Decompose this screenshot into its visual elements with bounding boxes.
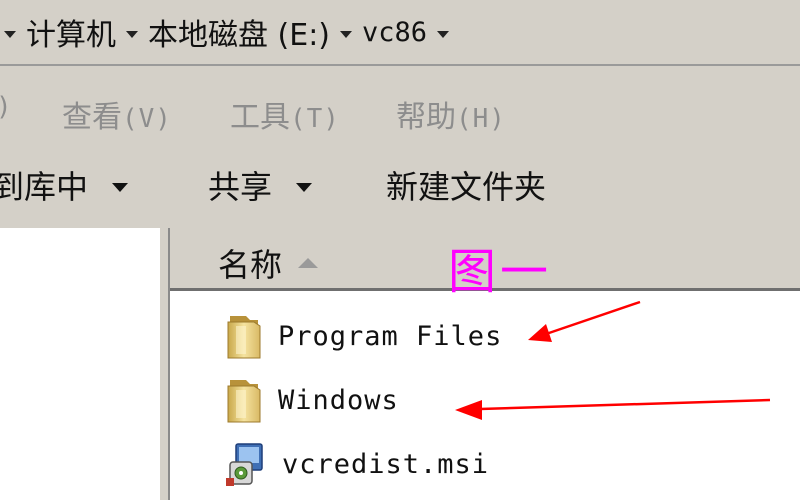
menu-item-tools[interactable]: 工具 (T) [230,92,340,136]
file-name: Windows [278,384,399,416]
pane-splitter[interactable] [160,228,168,500]
menu-bar: ) 查看 (V) 工具 (T) 帮助 (H) [0,80,800,144]
menu-item-key: (V) [122,104,172,134]
menu-item-view[interactable]: 查看 (V) [62,92,172,136]
file-name: vcredist.msi [282,448,490,480]
new-folder-label: 新建文件夹 [386,168,547,206]
chevron-down-icon [296,182,313,192]
breadcrumb: 计算机 本地磁盘 (E:) vc86 [0,10,459,54]
explorer-window: 计算机 本地磁盘 (E:) vc86 ) 查看 (V) 工具 (T) 帮助 (H… [0,0,800,500]
include-in-library-button[interactable]: 到库中 [0,162,129,208]
file-row-vcredist-msi[interactable]: vcredist.msi [224,440,489,488]
breadcrumb-chevron-icon[interactable] [437,30,450,38]
folder-icon [224,376,264,424]
address-bar[interactable]: 计算机 本地磁盘 (E:) vc86 [0,0,800,66]
menu-item-key: (T) [290,104,340,134]
menu-item-edit[interactable]: ) [0,92,13,122]
menu-item-label: 查看 [62,100,122,135]
breadcrumb-chevron-icon[interactable] [4,30,16,38]
menu-item-label: 工具 [230,100,290,135]
navigation-pane[interactable] [0,228,160,500]
breadcrumb-chevron-icon[interactable] [340,30,353,38]
new-folder-button[interactable]: 新建文件夹 [386,162,546,208]
breadcrumb-local-disk[interactable]: 本地磁盘 (E:) [148,10,330,54]
msi-installer-icon [224,440,268,488]
file-row-program-files[interactable]: Program Files [224,312,502,360]
breadcrumb-vc86[interactable]: vc86 [362,17,427,48]
column-header-name-label: 名称 [218,246,283,284]
file-list-pane[interactable]: 名称 图一 Program Files Windows vcredist.msi [168,228,800,500]
breadcrumb-chevron-icon[interactable] [126,30,138,38]
toolbar: 到库中 共享 新建文件夹 [0,150,800,218]
breadcrumb-computer[interactable]: 计算机 [26,10,116,54]
column-header-row: 名称 图一 [170,228,800,300]
menu-item-label: 帮助 [396,100,456,135]
file-row-windows[interactable]: Windows [224,376,399,424]
share-button[interactable]: 共享 [208,162,313,208]
share-label: 共享 [208,168,273,206]
menu-item-key: (H) [456,104,506,134]
chevron-down-icon [112,182,129,192]
include-in-library-label: 到库中 [0,168,89,206]
figure-annotation-label: 图一 [448,244,553,300]
column-header-name[interactable]: 名称 [218,240,319,286]
folder-icon [224,312,264,360]
menu-item-key: ) [0,92,13,122]
file-name: Program Files [278,320,503,352]
menu-item-help[interactable]: 帮助 (H) [396,92,506,136]
sort-ascending-icon [298,258,319,268]
